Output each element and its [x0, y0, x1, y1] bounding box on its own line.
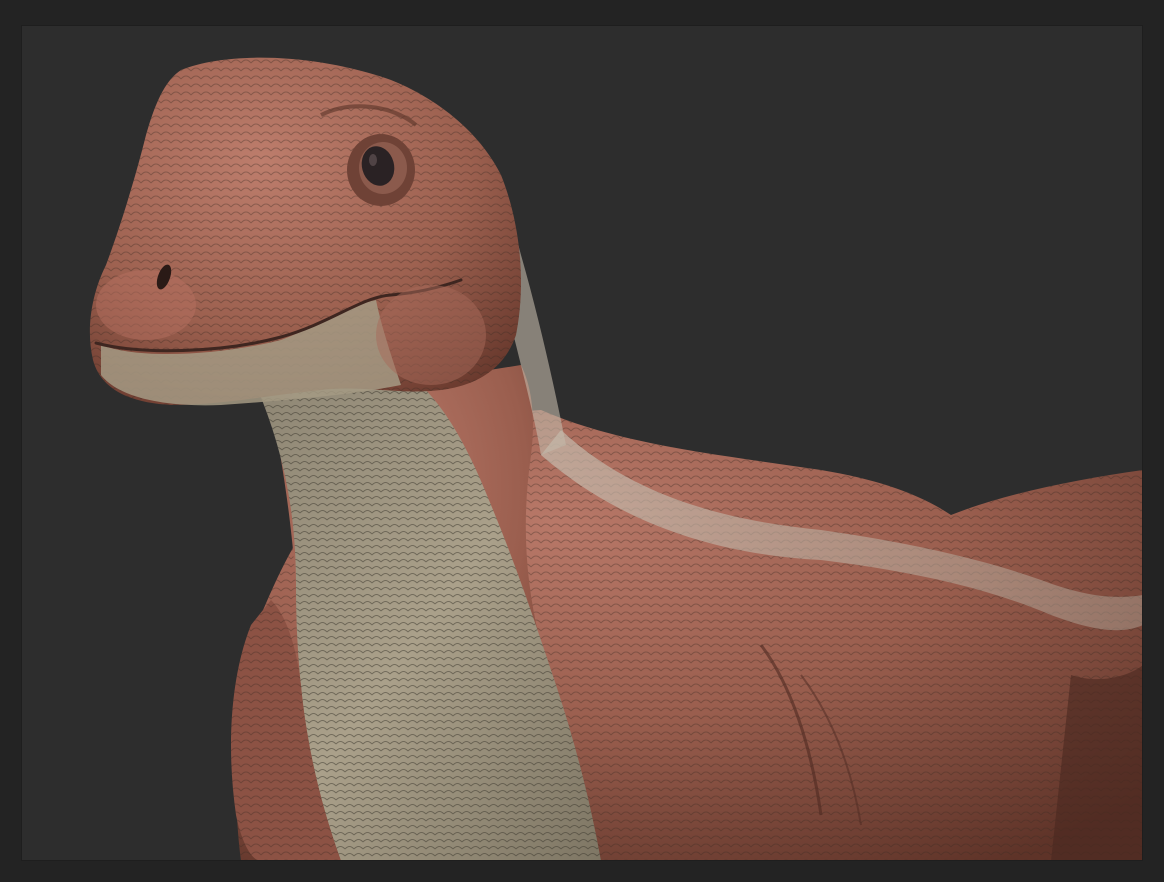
3d-viewport[interactable] [21, 25, 1143, 861]
dinosaur-sculpt-icon [21, 25, 1143, 861]
app-frame [0, 0, 1164, 882]
